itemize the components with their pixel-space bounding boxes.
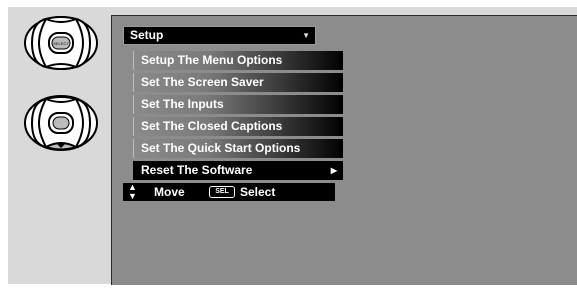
setup-menu-header[interactable]: Setup ▼ bbox=[123, 26, 316, 45]
menu-item-setup-menu-options[interactable]: Setup The Menu Options bbox=[133, 51, 343, 70]
remote-select-key-icon: SELECT bbox=[24, 16, 98, 70]
menu-item-label: Set The Closed Captions bbox=[141, 119, 283, 133]
submenu-arrow-icon: ▶ bbox=[330, 166, 337, 175]
help-bar: ▲ ▼ Move SEL Select bbox=[123, 183, 335, 201]
menu-item-label: Setup The Menu Options bbox=[141, 53, 283, 67]
menu-item-label: Set The Inputs bbox=[141, 97, 224, 111]
menu-item-quick-start-options[interactable]: Set The Quick Start Options bbox=[133, 139, 343, 158]
menu-item-label: Set The Screen Saver bbox=[141, 75, 264, 89]
menu-header-label: Setup bbox=[130, 28, 164, 42]
menu-item-label: Reset The Software bbox=[141, 163, 253, 177]
menu-item-label: Set The Quick Start Options bbox=[141, 141, 301, 155]
menu-item-screen-saver[interactable]: Set The Screen Saver bbox=[133, 73, 343, 92]
menu-item-inputs[interactable]: Set The Inputs bbox=[133, 95, 343, 114]
menu-item-closed-captions[interactable]: Set The Closed Captions bbox=[133, 117, 343, 136]
remote-down-key-icon bbox=[24, 95, 98, 151]
move-hint-label: Move bbox=[154, 185, 185, 199]
dropdown-arrow-icon: ▼ bbox=[302, 31, 310, 40]
up-down-arrows-icon: ▲ ▼ bbox=[128, 182, 137, 201]
menu-item-reset-software[interactable]: Reset The Software ▶ bbox=[133, 161, 343, 180]
sel-key-icon: SEL bbox=[209, 186, 235, 198]
svg-text:SELECT: SELECT bbox=[53, 41, 69, 46]
select-hint-label: Select bbox=[240, 185, 276, 199]
